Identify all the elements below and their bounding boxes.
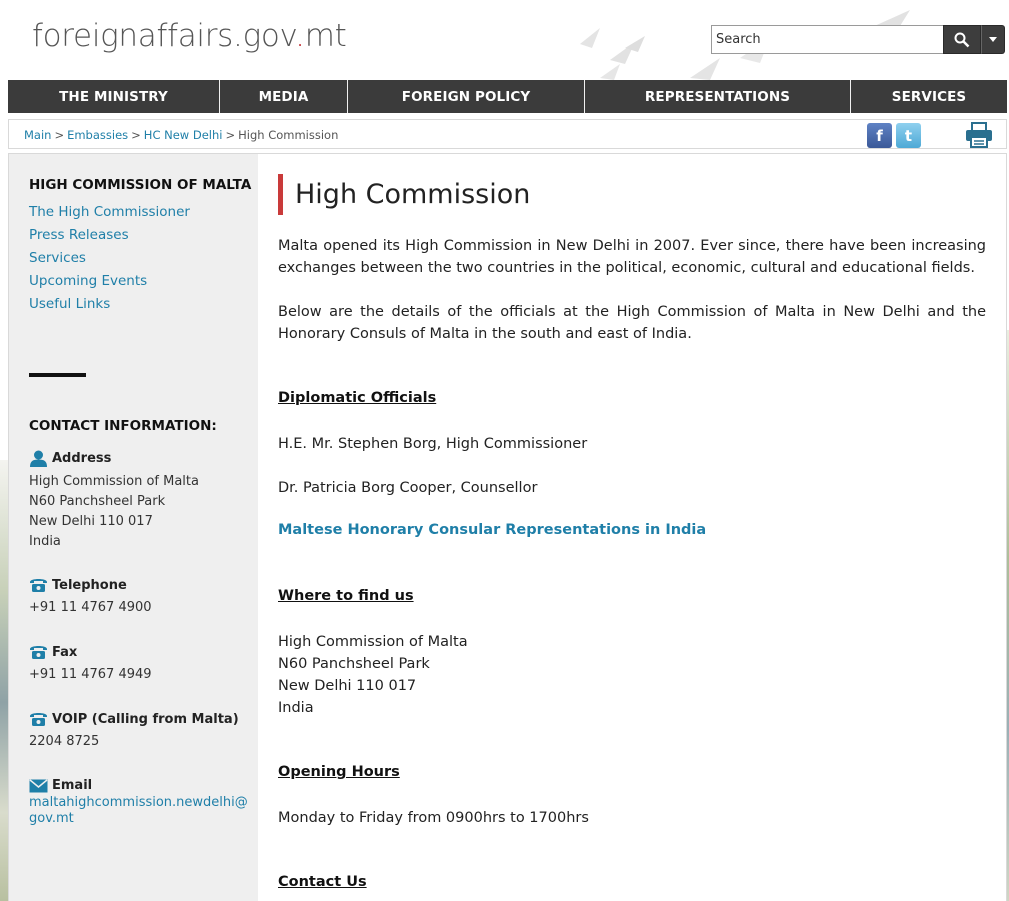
find-us-line: N60 Panchsheel Park <box>278 656 430 672</box>
address-label: Address <box>52 451 112 466</box>
nav-item-the-ministry[interactable]: THE MINISTRY <box>8 80 220 113</box>
contact-email: Email maltahighcommission.newdelhi@ gov.m… <box>29 778 248 827</box>
voip-label: VOIP (Calling from Malta) <box>52 711 239 727</box>
envelope-icon <box>29 778 48 792</box>
logo-dot: . <box>295 18 305 54</box>
sidebar-title: HIGH COMMISSION OF MALTA <box>29 177 252 193</box>
details-paragraph: Below are the details of the officials a… <box>278 304 986 342</box>
sidebar-link-high-commissioner[interactable]: The High Commissioner <box>29 201 190 224</box>
official-item: Dr. Patricia Borg Cooper, Counsellor <box>278 480 538 496</box>
fax-value: +91 11 4767 4949 <box>29 667 152 682</box>
main-nav: THE MINISTRY MEDIA FOREIGN POLICY REPRES… <box>8 80 1007 113</box>
contact-telephone: Telephone +91 11 4767 4900 <box>29 577 152 618</box>
breadcrumb-bar: Main > Embassies > HC New Delhi > High Commiss… <box>8 119 1007 149</box>
intro-paragraph: Malta opened its High Commission in New … <box>278 238 986 276</box>
nav-item-representations[interactable]: REPRESENTATIONS <box>585 80 851 113</box>
printer-icon <box>966 122 992 148</box>
nav-item-services[interactable]: SERVICES <box>851 80 1007 113</box>
logo-tld: mt <box>304 18 347 54</box>
email-label: Email <box>52 778 93 793</box>
twitter-icon[interactable]: t <box>896 123 921 148</box>
find-us-heading: Where to find us <box>278 588 414 604</box>
search-options-button[interactable] <box>981 25 1005 54</box>
consular-representations-link[interactable]: Maltese Honorary Consular Representation… <box>278 522 706 538</box>
find-us-line: High Commission of Malta <box>278 634 468 650</box>
breadcrumb-separator: > <box>225 128 236 142</box>
phone-icon <box>30 713 47 726</box>
opening-hours-heading: Opening Hours <box>278 764 400 780</box>
email-link-line: gov.mt <box>29 811 74 826</box>
contact-title: CONTACT INFORMATION: <box>29 418 217 434</box>
official-item: H.E. Mr. Stephen Borg, High Commissioner <box>278 436 588 452</box>
breadcrumb-separator: > <box>131 128 141 142</box>
search-bar <box>711 25 1005 54</box>
address-line: N60 Panchsheel Park <box>29 494 166 509</box>
breadcrumb-current: High Commission <box>238 128 339 142</box>
opening-hours-value: Monday to Friday from 0900hrs to 1700hrs <box>278 810 589 826</box>
nav-item-foreign-policy[interactable]: FOREIGN POLICY <box>348 80 585 113</box>
print-button[interactable] <box>965 122 993 152</box>
email-link[interactable]: maltahighcommission.newdelhi@ gov.mt <box>29 795 248 826</box>
divider <box>29 373 86 377</box>
sidebar-link-press-releases[interactable]: Press Releases <box>29 224 190 247</box>
page-title: High Commission <box>278 174 530 215</box>
breadcrumb: Main > Embassies > HC New Delhi > High Commiss… <box>24 128 338 142</box>
social-share: f t <box>867 123 921 148</box>
find-us-line: New Delhi 110 017 <box>278 678 417 694</box>
phone-icon <box>30 646 47 659</box>
breadcrumb-main[interactable]: Main <box>24 128 51 142</box>
sidebar-link-useful-links[interactable]: Useful Links <box>29 293 190 316</box>
sidebar: HIGH COMMISSION OF MALTA The High Commis… <box>9 154 258 901</box>
breadcrumb-separator: > <box>54 128 65 142</box>
search-input[interactable] <box>711 25 943 54</box>
contact-voip: VOIP (Calling from Malta) 2204 8725 <box>29 711 239 752</box>
contact-fax: Fax +91 11 4767 4949 <box>29 644 152 685</box>
person-icon <box>30 450 47 467</box>
address-line: High Commission of Malta <box>29 474 199 489</box>
nav-item-media[interactable]: MEDIA <box>220 80 348 113</box>
officials-heading: Diplomatic Officials <box>278 390 437 406</box>
email-link-line: maltahighcommission.newdelhi@ <box>29 795 248 810</box>
breadcrumb-embassies[interactable]: Embassies <box>67 128 128 142</box>
sidebar-link-upcoming-events[interactable]: Upcoming Events <box>29 270 190 293</box>
breadcrumb-hc-new-delhi[interactable]: HC New Delhi <box>144 128 223 142</box>
search-icon <box>954 32 970 47</box>
telephone-value: +91 11 4767 4900 <box>29 600 152 615</box>
contact-address: Address High Commission of Malta N60 Pan… <box>29 450 199 552</box>
main-content-box: HIGH COMMISSION OF MALTA The High Commis… <box>8 153 1007 901</box>
sidebar-links: The High Commissioner Press Releases Ser… <box>29 201 190 316</box>
contact-us-heading: Contact Us <box>278 874 367 890</box>
facebook-icon[interactable]: f <box>867 123 892 148</box>
fax-label: Fax <box>52 644 78 660</box>
site-logo[interactable]: foreignaffairs.gov.mt <box>32 18 347 54</box>
address-line: India <box>29 534 61 549</box>
find-us-line: India <box>278 700 314 716</box>
search-button[interactable] <box>943 25 981 54</box>
voip-value: 2204 8725 <box>29 734 100 749</box>
address-line: New Delhi 110 017 <box>29 514 153 529</box>
logo-text: foreignaffairs.gov <box>32 18 296 54</box>
telephone-label: Telephone <box>52 577 127 593</box>
chevron-down-icon <box>989 37 997 42</box>
phone-icon <box>30 579 47 592</box>
sidebar-link-services[interactable]: Services <box>29 247 190 270</box>
